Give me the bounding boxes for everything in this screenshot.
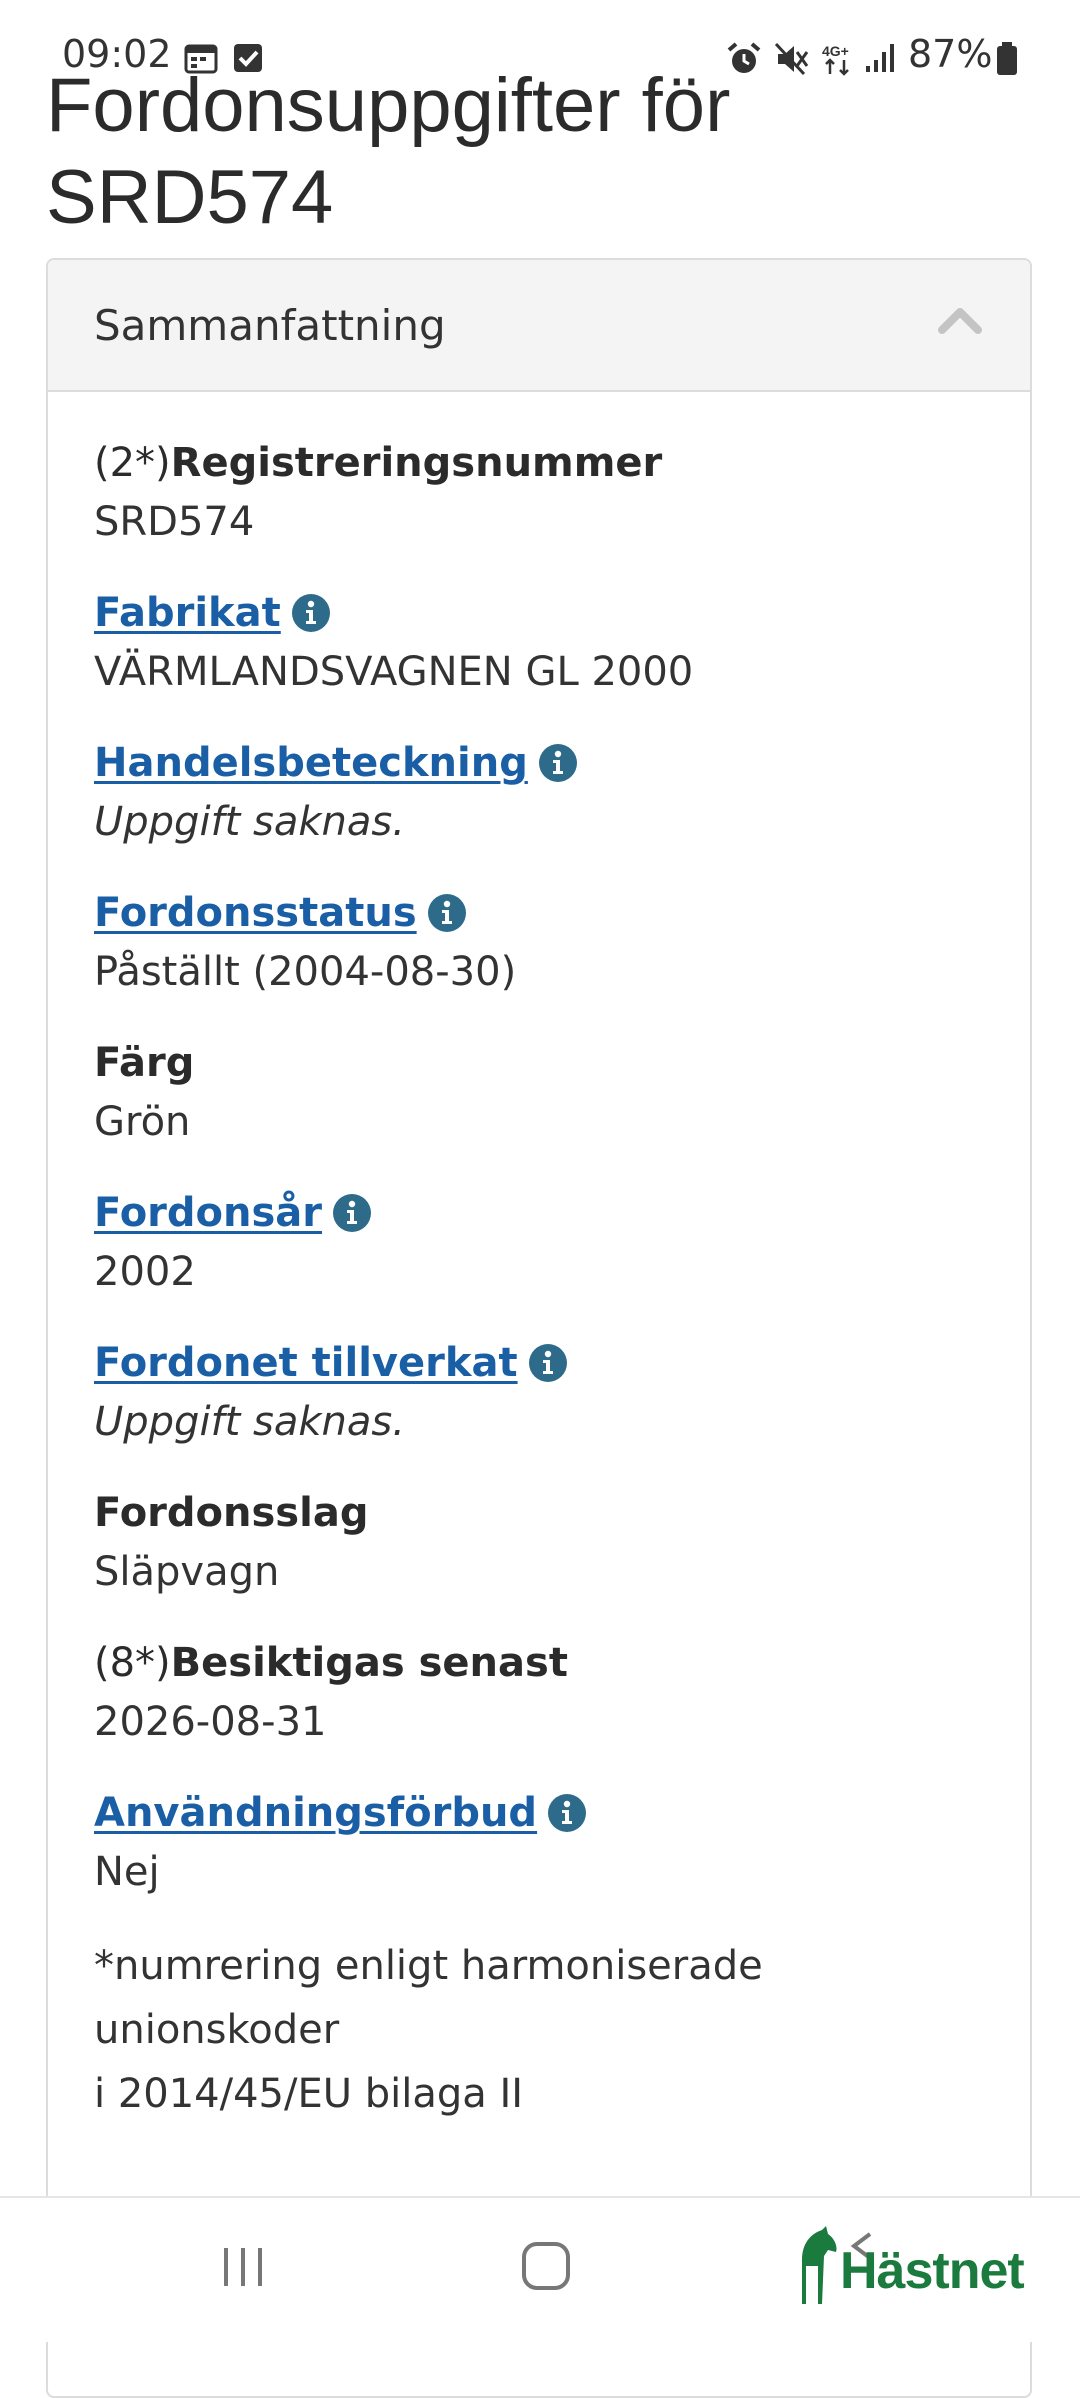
info-icon[interactable] (427, 893, 467, 933)
field-value: Påställt (2004-08-30) (94, 949, 517, 995)
footnote-line1: *numrering enligt harmoniserade unionsko… (94, 1943, 763, 2053)
alarm-icon (727, 42, 761, 73)
summary-panel-body: (2*) Registreringsnummer SRD574 Fabrikat VÄR… (94, 434, 994, 2126)
field-besiktigas-senast: (8*) Besiktigas senast 2026-08-31 (94, 1634, 994, 1752)
horse-logo-icon (802, 2226, 837, 2304)
field-value: Uppgift saknas. (94, 1399, 405, 1445)
checkbox-icon (234, 44, 262, 72)
recent-apps-icon[interactable] (218, 2242, 268, 2292)
field-label-link[interactable]: Fordonsår (94, 1184, 322, 1242)
field-label: (8*) Besiktigas senast (94, 1634, 994, 1692)
field-value: Nej (94, 1849, 160, 1895)
mute-icon (774, 42, 809, 76)
status-time: 09:02 (62, 32, 172, 76)
info-icon[interactable] (528, 1343, 568, 1383)
field-label: Fordonsslag (94, 1484, 994, 1542)
field-label-link[interactable]: Handelsbeteckning (94, 734, 528, 792)
signal-icon (866, 44, 894, 72)
field-value: Uppgift saknas. (94, 799, 405, 845)
field-fordonsslag: Fordonsslag Släpvagn (94, 1484, 994, 1602)
field-value: VÄRMLANDSVAGNEN GL 2000 (94, 649, 694, 695)
status-bar: 09:02 4G+ 87% (0, 0, 1080, 112)
field-value: SRD574 (94, 499, 255, 545)
4g-icon: 4G+ (822, 43, 849, 76)
battery-level: 87% (908, 32, 993, 76)
info-icon[interactable] (547, 1793, 587, 1833)
field-label-text: Färg (94, 1040, 195, 1086)
info-icon[interactable] (332, 1193, 372, 1233)
field-label-text: Besiktigas senast (170, 1640, 568, 1686)
field-fabrikat: Fabrikat VÄRMLANDSVAGNEN GL 2000 (94, 584, 994, 702)
hastnet-logo[interactable]: Hästnet (792, 2226, 1072, 2314)
field-label-link[interactable]: Fordonsstatus (94, 884, 417, 942)
footnote: *numrering enligt harmoniserade unionsko… (94, 1934, 994, 2126)
field-label: Fordonsår (94, 1184, 994, 1242)
home-icon[interactable] (520, 2240, 572, 2292)
info-icon[interactable] (538, 743, 578, 783)
summary-panel-header[interactable]: Sammanfattning (48, 260, 1030, 392)
field-registreringsnummer: (2*) Registreringsnummer SRD574 (94, 434, 994, 552)
summary-panel-title: Sammanfattning (94, 301, 446, 350)
page-title-line2: SRD574 (46, 155, 334, 240)
battery-icon (997, 42, 1017, 75)
field-label-text: Registreringsnummer (170, 440, 663, 486)
field-handelsbeteckning: Handelsbeteckning Uppgift saknas. (94, 734, 994, 852)
page-content: Fordonsuppgifter för SRD574 Sammanfattni… (0, 0, 1080, 2398)
field-value: Grön (94, 1099, 191, 1145)
field-label-text: Fordonsslag (94, 1490, 369, 1536)
field-value: 2026-08-31 (94, 1699, 327, 1745)
info-icon[interactable] (291, 593, 331, 633)
field-label: Färg (94, 1034, 994, 1092)
svg-text:4G+: 4G+ (822, 43, 849, 59)
field-value: Släpvagn (94, 1549, 280, 1595)
footnote-line2: i 2014/45/EU bilaga II (94, 2071, 524, 2117)
chevron-up-icon[interactable] (938, 304, 982, 334)
field-label-link[interactable]: Fabrikat (94, 584, 281, 642)
field-label: Fordonet tillverkat (94, 1334, 994, 1392)
field-prefix: (2*) (94, 440, 171, 486)
field-label: (2*) Registreringsnummer (94, 434, 994, 492)
field-value: 2002 (94, 1249, 196, 1295)
field-prefix: (8*) (94, 1640, 171, 1686)
summary-panel: Sammanfattning (2*) Registreringsnummer SR… (46, 258, 1032, 2398)
field-färg: Färg Grön (94, 1034, 994, 1152)
field-label-link[interactable]: Användningsförbud (94, 1784, 537, 1842)
field-label: Fordonsstatus (94, 884, 994, 942)
field-fordonsår: Fordonsår 2002 (94, 1184, 994, 1302)
field-fordonsstatus: Fordonsstatus Påställt (2004-08-30) (94, 884, 994, 1002)
field-fordonet-tillverkat: Fordonet tillverkat Uppgift saknas. (94, 1334, 994, 1452)
field-label: Användningsförbud (94, 1784, 994, 1842)
field-användningsförbud: Användningsförbud Nej (94, 1784, 994, 1902)
field-label: Handelsbeteckning (94, 734, 994, 792)
calendar-icon (184, 44, 218, 74)
field-label-link[interactable]: Fordonet tillverkat (94, 1334, 518, 1392)
brand-name: Hästnet (840, 2242, 1025, 2300)
field-label: Fabrikat (94, 584, 994, 642)
